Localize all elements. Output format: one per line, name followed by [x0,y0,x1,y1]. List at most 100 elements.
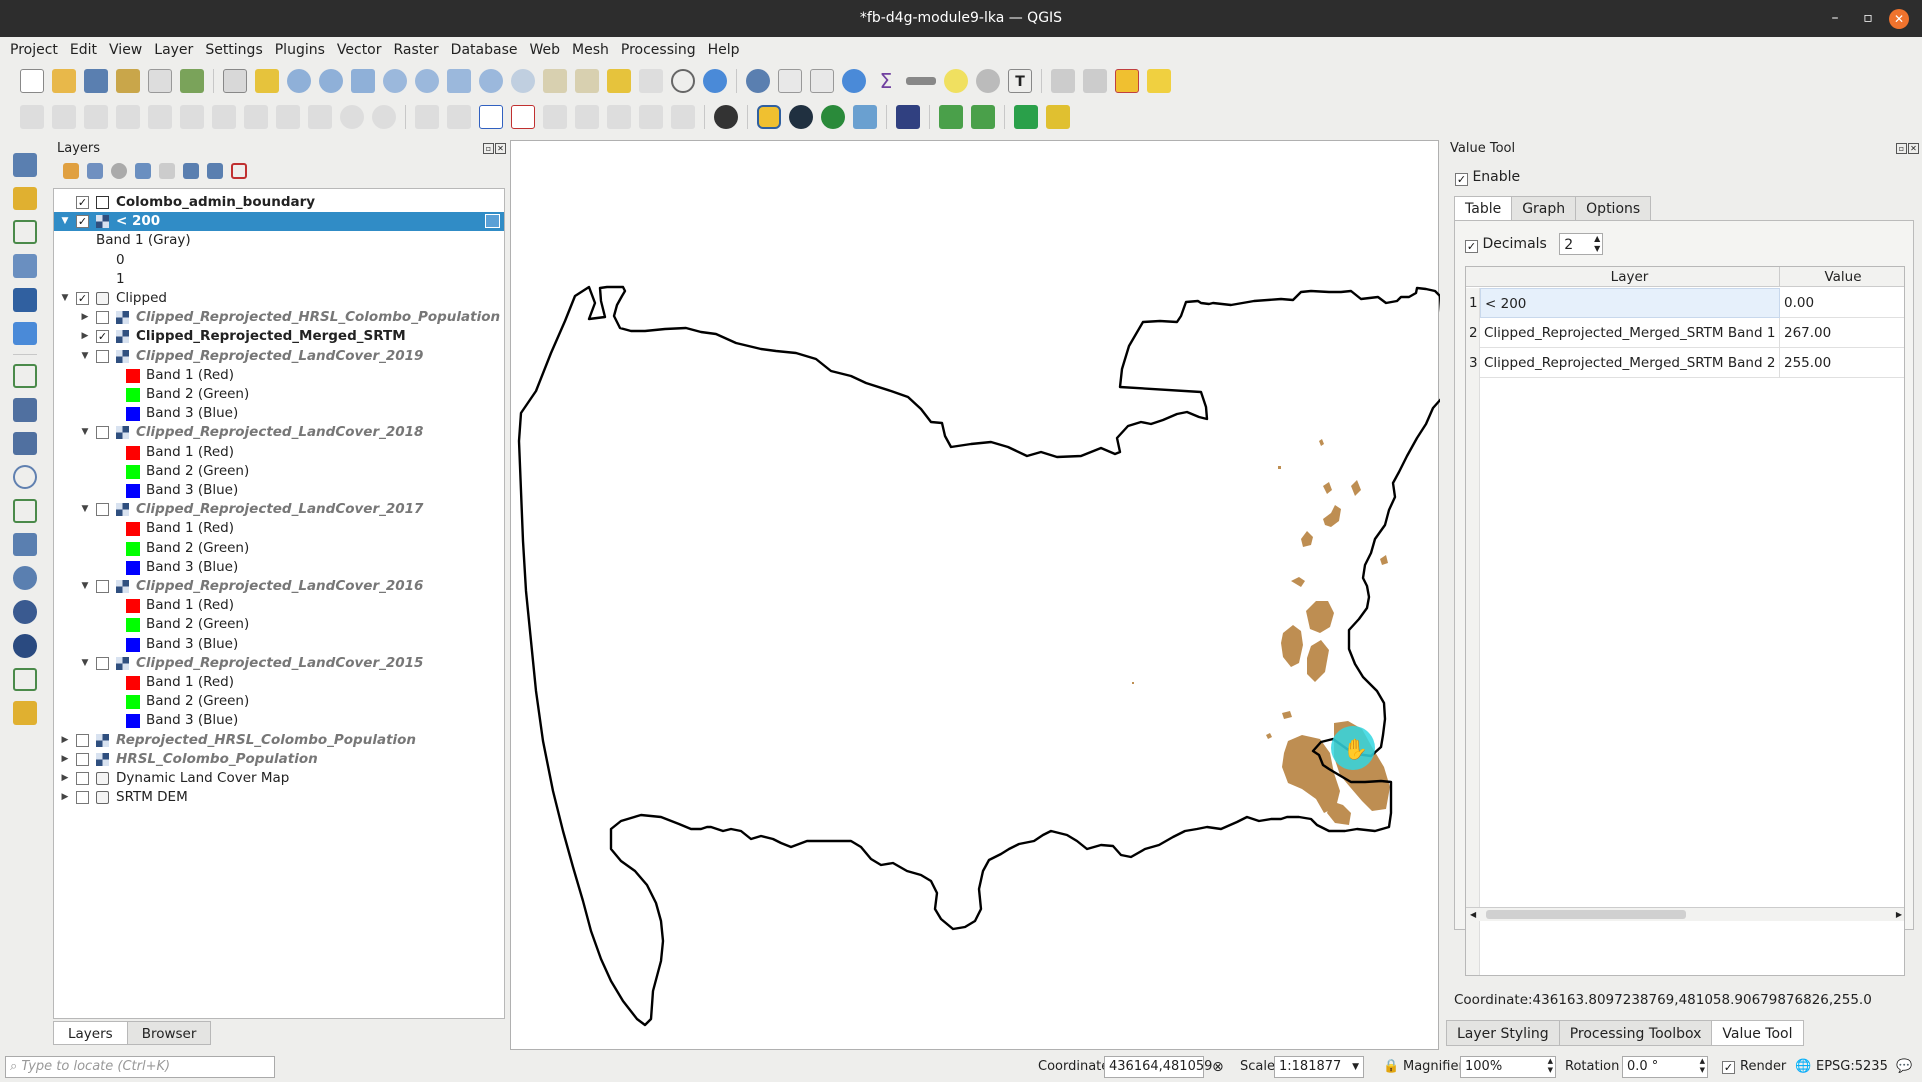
add-wcs-layer-icon[interactable] [13,633,37,658]
zoom-next-icon[interactable] [511,69,535,93]
decimals-spinbox[interactable]: 2 ▲ ▼ [1559,233,1604,255]
search-plugin-icon[interactable] [1014,105,1038,129]
scale-combobox[interactable]: 1:181877 ▼ [1274,1056,1364,1078]
modify-attributes-icon[interactable] [180,105,204,129]
menu-edit[interactable]: Edit [64,37,103,63]
zoom-to-layer-icon[interactable] [415,69,439,93]
pan-to-selection-icon[interactable] [255,69,279,93]
add-wms-layer-icon[interactable] [13,532,37,557]
add-group-icon[interactable] [87,163,103,179]
layer-indicator-icon[interactable] [485,214,500,229]
zoom-out-icon[interactable] [319,69,343,93]
scroll-right-icon[interactable]: ▶ [1896,908,1902,922]
new-virtual-layer-icon[interactable] [13,287,37,312]
layer-tree-item[interactable]: ▶ ✓ Clipped_Reprojected_Merged_SRTM [54,327,504,346]
layer-labeling-icon[interactable] [479,105,503,129]
add-mesh-layer-icon[interactable] [13,431,37,456]
messages-icon[interactable]: 💬 [1896,1056,1912,1078]
add-raster-layer-icon[interactable] [13,397,37,422]
menu-vector[interactable]: Vector [331,37,388,63]
expand-arrow-icon[interactable]: ▼ [80,577,90,596]
tab-graph[interactable]: Graph [1511,196,1577,221]
vertex-tool-icon[interactable] [148,105,172,129]
map-tips-icon[interactable] [944,69,968,93]
float-panel-icon[interactable]: ▫ [1896,143,1907,154]
filter-by-expression-icon[interactable] [159,163,175,179]
legend-item[interactable]: Band 3 (Blue) [54,481,504,500]
earth-engine-icon[interactable] [789,105,813,129]
collapse-arrow-icon[interactable]: ▶ [60,750,70,769]
layer-tree-item[interactable]: ▼ ✓ Clipped [54,289,504,308]
copy-features-icon[interactable] [276,105,300,129]
measure-line-icon[interactable] [906,77,936,85]
actions-icon[interactable] [976,69,1000,93]
open-attribute-table-icon[interactable] [778,69,802,93]
layer-tree-item[interactable]: ▶ HRSL_Colombo_Population [54,750,504,769]
new-geopackage-layer-icon[interactable] [13,186,37,211]
layer-visibility-checkbox[interactable] [76,752,89,766]
tool-plugin-icon[interactable] [1046,105,1070,129]
expand-arrow-icon[interactable]: ▼ [60,212,70,231]
new-bookmark-icon[interactable] [607,69,631,93]
add-feature-icon[interactable] [116,105,140,129]
close-panel-icon[interactable]: ✕ [495,143,506,154]
render-checkbox[interactable]: ✓ [1722,1061,1735,1074]
tab-layers[interactable]: Layers [53,1021,128,1045]
add-spatialite-icon[interactable] [13,465,37,490]
table-row[interactable]: 1 < 200 0.00 [1466,288,1904,318]
open-project-icon[interactable] [52,69,76,93]
label-pin-icon[interactable] [447,105,471,129]
coordinate-field[interactable]: 436164,481059 [1104,1056,1212,1078]
enable-checkbox[interactable]: ✓ Enable [1455,168,1520,186]
zoom-in-icon[interactable] [287,69,311,93]
legend-item[interactable]: Band 1 (Red) [54,366,504,385]
layer-tree-item[interactable]: ▼ Clipped_Reprojected_LandCover_2018 [54,423,504,442]
add-delimited-text-icon[interactable] [13,364,37,388]
style-layers-icon[interactable] [63,163,79,179]
menu-project[interactable]: Project [4,37,64,63]
style-manager-icon[interactable] [180,69,204,93]
float-panel-icon[interactable]: ▫ [483,143,494,154]
layer-tree-item[interactable]: ▼ Clipped_Reprojected_LandCover_2017 [54,500,504,519]
layer-tree-item[interactable]: ▼ ✓ < 200 [54,212,504,232]
expand-arrow-icon[interactable]: ▼ [80,500,90,519]
layer-tree-item[interactable]: ▶ Dynamic Land Cover Map [54,769,504,788]
reload-plugin-icon[interactable] [971,105,995,129]
add-wfs-layer-icon[interactable] [13,600,37,624]
menu-help[interactable]: Help [702,37,746,63]
spin-arrows-icon[interactable]: ▲ ▼ [1548,1057,1553,1075]
menu-processing[interactable]: Processing [615,37,702,63]
layer-visibility-checkbox[interactable] [96,349,109,363]
tab-value-tool[interactable]: Value Tool [1711,1020,1804,1046]
layer-visibility-checkbox[interactable] [76,791,89,805]
layer-visibility-checkbox[interactable]: ✓ [96,330,109,344]
deselect-features-icon[interactable] [1083,69,1107,93]
layer-tree-item[interactable]: ✓ Colombo_admin_boundary [54,193,504,212]
menu-view[interactable]: View [103,37,148,63]
undo-icon[interactable] [340,105,364,129]
collapse-arrow-icon[interactable]: ▶ [60,769,70,788]
value-tool-icon[interactable] [821,105,845,129]
quickmapservices-icon[interactable] [714,105,738,129]
add-point-cloud-icon[interactable] [13,701,37,725]
add-virtual-layer-icon[interactable] [13,499,37,523]
new-3d-map-view-icon[interactable] [575,69,599,93]
collapse-all-icon[interactable] [207,163,223,179]
crs-button[interactable]: EPSG:5235 [1816,1056,1888,1078]
layer-tree-item[interactable]: ▼ Clipped_Reprojected_LandCover_2015 [54,654,504,673]
new-temporary-layer-icon[interactable] [13,254,37,278]
filter-legend-icon[interactable] [135,163,151,179]
collapse-arrow-icon[interactable]: ▶ [60,788,70,807]
menu-database[interactable]: Database [445,37,524,63]
current-edits-icon[interactable] [20,105,44,129]
tab-options[interactable]: Options [1575,196,1652,221]
decimals-checkbox[interactable]: ✓ [1465,240,1478,253]
temporal-controller-icon[interactable] [671,69,695,93]
layer-tree-item[interactable]: ▶ Clipped_Reprojected_HRSL_Colombo_Popula… [54,308,504,327]
minimize-button[interactable]: – [1820,0,1850,37]
menu-web[interactable]: Web [523,37,566,63]
spin-arrows-icon[interactable]: ▲ ▼ [1700,1057,1705,1075]
menu-layer[interactable]: Layer [148,37,199,63]
show-hide-labels-icon[interactable] [575,105,599,129]
legend-item[interactable]: 1 [54,270,504,289]
